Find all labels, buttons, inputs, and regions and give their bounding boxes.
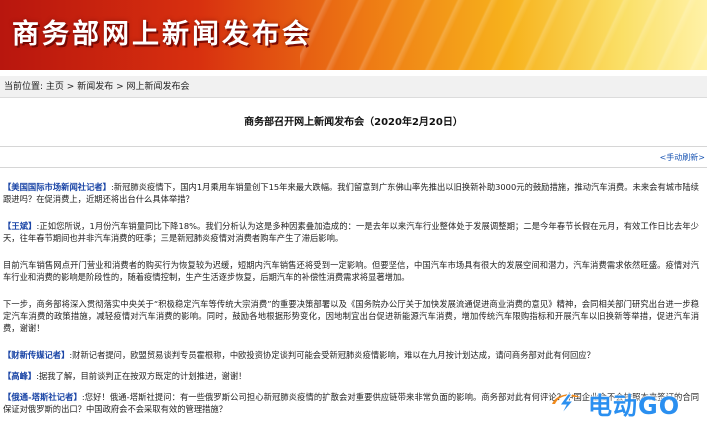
lightning-bolt-icon <box>552 393 580 416</box>
entry-text: :正如您所说，1月份汽车销量同比下降18%。我们分析认为这是多种因素叠加造成的：… <box>3 221 699 243</box>
transcript-entry: 目前汽车销售网点开门营业和消费者的购买行为恢复较为迟缓，短期内汽车销售还将受到一… <box>3 259 699 283</box>
transcript-entry: 【美国国际市场新闻社记者】:新冠肺炎疫情下，国内1月乘用车销量创下15年来最大跌… <box>3 181 699 205</box>
entry-text: 下一步，商务部将深入贯彻落实中央关于“积极稳定汽车等传统大宗消费”的重要决策部署… <box>3 299 699 333</box>
breadcrumb-news-link[interactable]: 新闻发布 <box>77 82 113 92</box>
transcript-entry: 【王斌】:正如您所说，1月份汽车销量同比下降18%。我们分析认为这是多种因素叠加… <box>3 220 699 244</box>
entry-text: :据我了解，目前谈判正在按双方既定的计划推进，谢谢！ <box>36 371 247 381</box>
breadcrumb-prefix: 当前位置: <box>4 82 44 92</box>
transcript-entry: 【高峰】:据我了解，目前谈判正在按双方既定的计划推进，谢谢！ <box>3 370 699 382</box>
entry-text: :财新记者提问，欧盟贸易谈判专员霍根称，中欧投资协定谈判可能会受新冠肺炎疫情影响… <box>69 350 595 360</box>
watermark-text: 电动GO <box>588 391 681 420</box>
divider <box>0 146 707 147</box>
divider <box>0 167 707 168</box>
entry-text: 目前汽车销售网点开门营业和消费者的购买行为恢复较为迟缓，短期内汽车销售还将受到一… <box>3 260 699 282</box>
site-title: 商务部网上新闻发布会 <box>12 19 312 50</box>
speaker-label: 【财新传媒记者】 <box>3 350 70 360</box>
manual-refresh-link[interactable]: <手动刷新> <box>660 152 705 163</box>
speaker-label: 【俄通-塔斯社记者】 <box>3 392 82 402</box>
breadcrumb-current-link[interactable]: 网上新闻发布会 <box>126 82 189 92</box>
speaker-label: 【高峰】 <box>3 371 37 381</box>
transcript-entry: 下一步，商务部将深入贯彻落实中央关于“积极稳定汽车等传统大宗消费”的重要决策部署… <box>3 298 699 334</box>
breadcrumb: 当前位置: 主页 > 新闻发布 > 网上新闻发布会 <box>0 76 707 98</box>
speaker-label: 【美国国际市场新闻社记者】 <box>3 182 111 192</box>
watermark-logo: 电动GO <box>546 386 706 420</box>
transcript-entry: 【财新传媒记者】:财新记者提问，欧盟贸易谈判专员霍根称，中欧投资协定谈判可能会受… <box>3 349 699 361</box>
site-banner: 商务部网上新闻发布会 <box>0 0 707 70</box>
banner-decoration <box>300 0 707 70</box>
transcript-feed: 【美国国际市场新闻社记者】:新冠肺炎疫情下，国内1月乘用车销量创下15年来最大跌… <box>3 181 699 415</box>
speaker-label: 【王斌】 <box>3 221 37 231</box>
breadcrumb-home-link[interactable]: 主页 <box>46 82 64 92</box>
page-title: 商务部召开网上新闻发布会（2020年2月20日） <box>244 117 463 128</box>
breadcrumb-separator: > <box>113 82 127 92</box>
breadcrumb-separator: > <box>63 82 78 92</box>
